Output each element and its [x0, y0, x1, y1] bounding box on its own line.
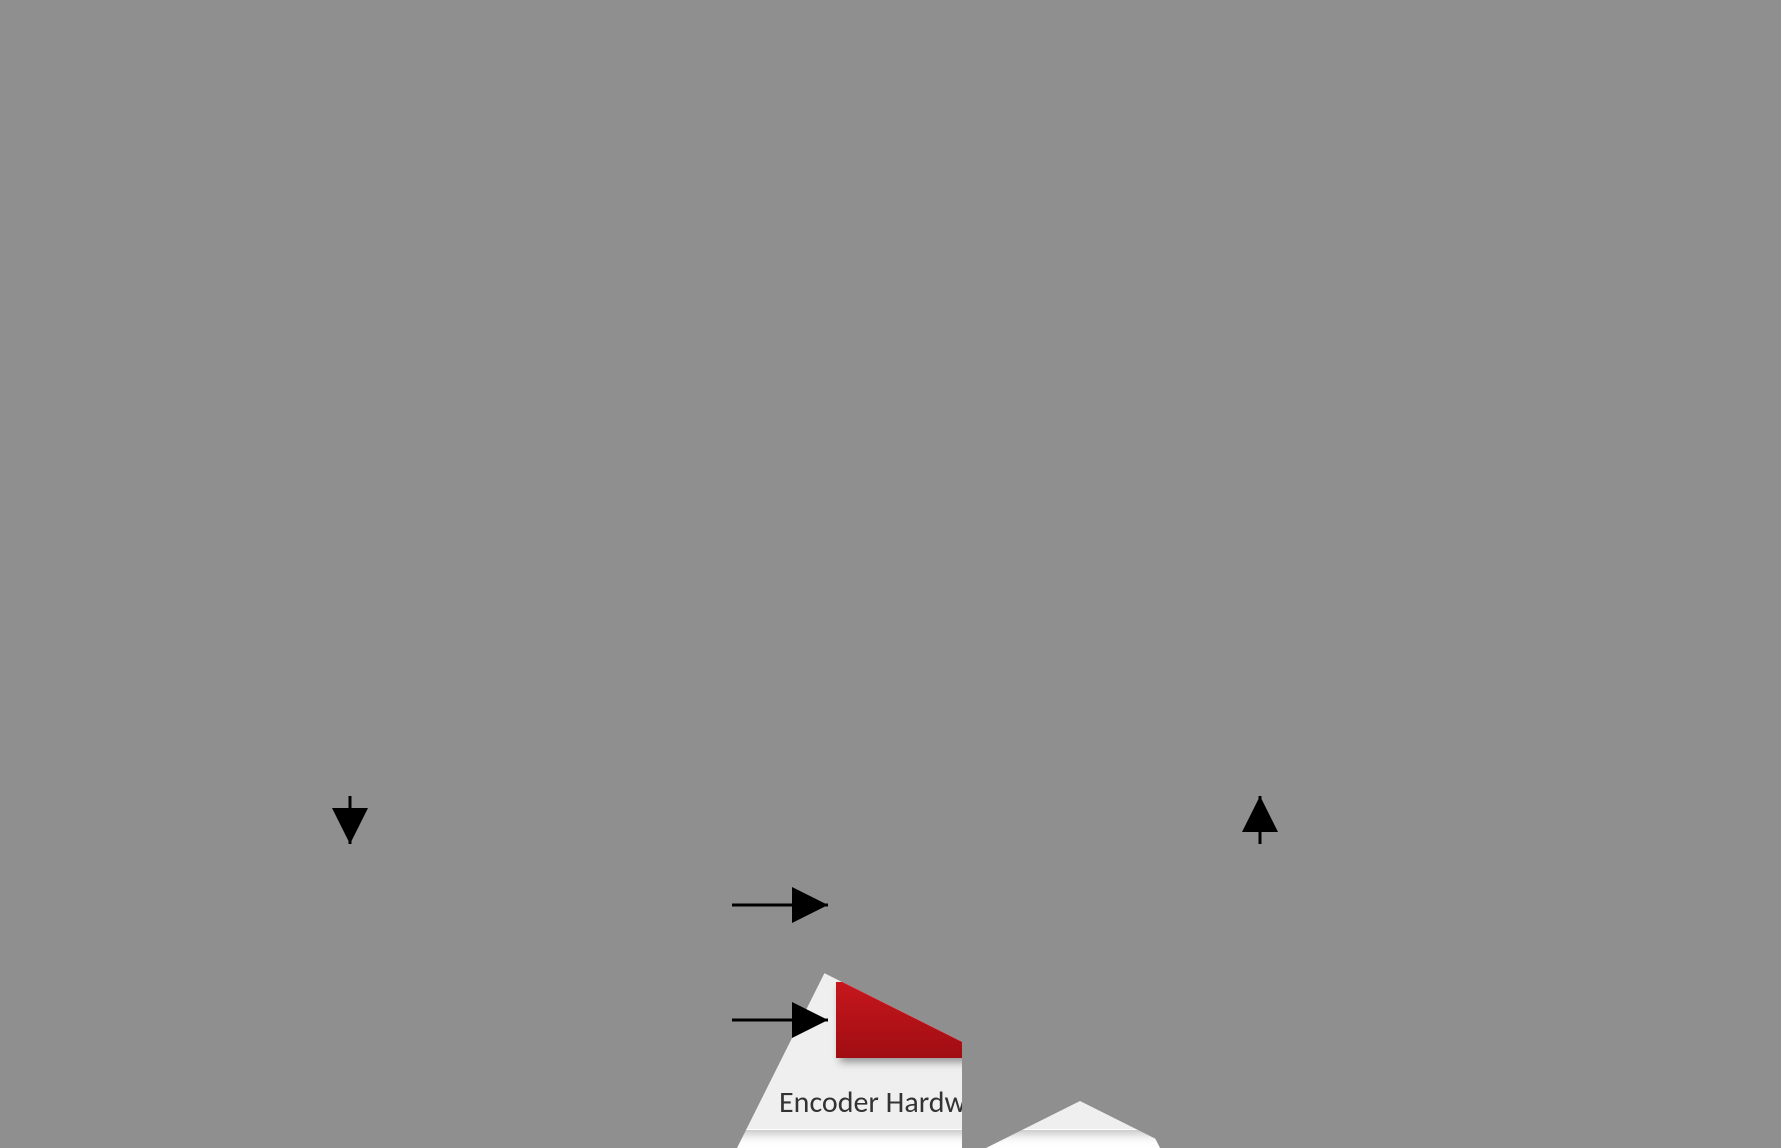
codec-hevc-name: HEVC/H.265 [70, 162, 232, 196]
bus-label-apb: 32-bit APB Bus [1310, 455, 1429, 479]
codec-row: HEVC/H.265 Header Encode AVC/H.264 Heade… [17, 148, 1719, 234]
video-encoding-core-sub: (HEVC/H.264/AV1/VP9) [1101, 916, 1311, 943]
jpeg-encoding-core-block: JPEG Encoding Core [836, 982, 1576, 1058]
codec-avc-sub: Header Encode [369, 197, 507, 220]
codec-ratecontrol: Rate Control [1450, 148, 1719, 234]
codec-av1-sub: Header Encode [656, 197, 794, 220]
codec-av1: AV1 Header Encode [590, 148, 859, 234]
port-apb-slave: APB Slave [1585, 653, 1675, 781]
service-axi-bus: AXI Bus Service [229, 686, 544, 748]
codec-av1-name: AV1 [698, 162, 751, 196]
codec-jpeg-name: JPEG/MJPEG [1214, 162, 1382, 196]
service-strip: AXI Master AXI Bus Service Clock/Reset M… [114, 652, 1676, 782]
codec-jpeg-sub: Header Encode [1229, 197, 1367, 220]
codec-jpeg: JPEG/MJPEG Header Encode [1164, 148, 1433, 234]
codec-vp9-name: VP9 [985, 162, 1037, 196]
port-axi-master-l2: Master [124, 717, 193, 746]
wrapper-layer-bar: Encoder Wrapper Layer(HW/OS abstraction) [17, 254, 1719, 322]
port-axi-master-l1: AXI [143, 688, 175, 717]
service-inner: AXI Bus Service Clock/Reset Management S… [205, 653, 1585, 781]
port-axi-master: AXI Master [115, 653, 205, 781]
port-apb-slave-l2: Slave [1606, 717, 1656, 746]
service-sram: SRAM Wrapper [907, 686, 1222, 748]
port-apb-slave-l1: APB [1611, 688, 1650, 717]
codec-avc: AVC/H.264 Header Encode [304, 148, 573, 234]
codec-ratecontrol-name: Rate Control [1502, 174, 1668, 208]
video-encoding-core-block: Video Encoding Core (HEVC/H.264/AV1/VP9) [836, 852, 1576, 960]
codec-vp9: VP9 Header Encode [877, 148, 1146, 234]
software-title: Encoder Control Software [23, 15, 1761, 52]
service-registers: SW Registers [1246, 686, 1561, 748]
standard-component-interface-bar: Standard Component Interface(OMX IL/Libv… [17, 60, 1719, 128]
service-clock: Clock/Reset Management [568, 686, 883, 748]
pre-processor-block: Pre-Processor [180, 852, 720, 1056]
hardware-title: Encoder Hardware [23, 1084, 1761, 1121]
video-encoding-core-title: Video Encoding Core [1052, 870, 1360, 914]
codec-hevc: HEVC/H.265 Header Encode [17, 148, 286, 234]
codec-hevc-sub: Header Encode [82, 197, 220, 220]
codec-avc-name: AVC/H.264 [366, 162, 510, 196]
codec-vp9-sub: Header Encode [942, 197, 1080, 220]
bus-label-axi: 128-bit AXI Bus [430, 455, 554, 479]
